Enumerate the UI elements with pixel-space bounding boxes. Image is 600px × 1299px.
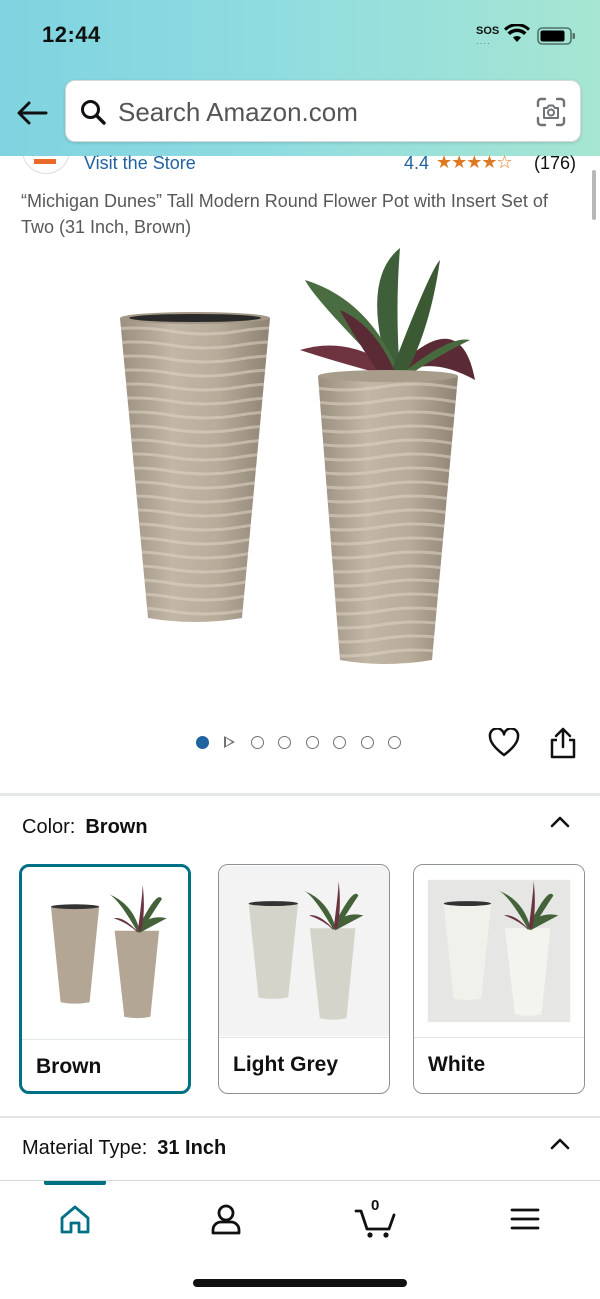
active-tab-indicator xyxy=(44,1181,106,1185)
swatch-image xyxy=(219,866,389,1036)
swatch-image xyxy=(22,870,188,1036)
sos-indicator: SOS xyxy=(476,25,500,37)
swatch-image xyxy=(414,866,584,1036)
plant-leaves xyxy=(300,248,475,380)
status-time: 12:44 xyxy=(42,22,101,47)
pagination-dot[interactable] xyxy=(278,735,291,749)
product-image[interactable] xyxy=(100,240,500,680)
search-bar[interactable] xyxy=(65,80,581,142)
search-input[interactable] xyxy=(118,95,518,129)
section-divider xyxy=(0,1116,600,1118)
color-option-label: Brown xyxy=(36,1055,102,1078)
pagination-dot[interactable] xyxy=(305,735,319,749)
camera-search-icon[interactable] xyxy=(536,97,566,127)
pagination-dot[interactable] xyxy=(196,735,209,749)
product-title: “Michigan Dunes” Tall Modern Round Flowe… xyxy=(21,191,548,237)
cart-button[interactable]: 0 xyxy=(353,1197,403,1239)
home-icon[interactable] xyxy=(53,1199,97,1239)
review-count[interactable]: (176) xyxy=(534,153,576,174)
share-icon[interactable] xyxy=(548,726,578,760)
heart-icon[interactable] xyxy=(488,728,520,758)
home-indicator xyxy=(193,1279,407,1287)
scrollbar xyxy=(592,170,596,220)
chevron-up-icon[interactable] xyxy=(548,810,572,834)
rating-value[interactable]: 4.4 xyxy=(404,153,429,174)
color-label: Color: xyxy=(22,816,76,838)
pagination-dot[interactable] xyxy=(250,735,264,749)
signal-dots-icon: ···· xyxy=(476,39,491,48)
material-type-label: Material Type: xyxy=(22,1137,148,1159)
image-pagination[interactable] xyxy=(196,734,416,750)
cart-count: 0 xyxy=(371,1197,380,1214)
section-divider xyxy=(0,793,600,796)
video-play-icon[interactable] xyxy=(223,736,235,748)
search-icon xyxy=(81,100,106,125)
color-option-white[interactable]: White xyxy=(413,864,585,1094)
account-icon[interactable] xyxy=(204,1199,248,1239)
color-selected-value: Brown xyxy=(85,816,148,838)
battery-icon xyxy=(537,27,575,45)
color-option-label: White xyxy=(428,1053,486,1076)
pagination-dot[interactable] xyxy=(360,735,374,749)
brand-logo[interactable] xyxy=(22,156,70,174)
material-type-header: Material Type: 31 Inch xyxy=(22,1137,226,1160)
menu-icon[interactable] xyxy=(503,1199,547,1239)
color-selector-header: Color: Brown xyxy=(22,816,148,839)
status-bar: 12:44 SOS ···· xyxy=(0,0,600,70)
visit-store-link[interactable]: Visit the Store xyxy=(84,153,196,174)
color-option-light-grey[interactable]: Light Grey xyxy=(218,864,390,1094)
pagination-dot[interactable] xyxy=(333,735,346,749)
rating-stars[interactable]: ★★★★☆ xyxy=(436,152,513,173)
chevron-up-icon[interactable] xyxy=(548,1132,572,1156)
material-type-value: 31 Inch xyxy=(157,1137,227,1159)
back-arrow-icon[interactable] xyxy=(14,96,50,130)
color-option-brown[interactable]: Brown xyxy=(19,864,191,1094)
wifi-icon xyxy=(504,24,530,42)
color-option-label: Light Grey xyxy=(233,1053,339,1076)
pagination-dot[interactable] xyxy=(388,735,401,749)
